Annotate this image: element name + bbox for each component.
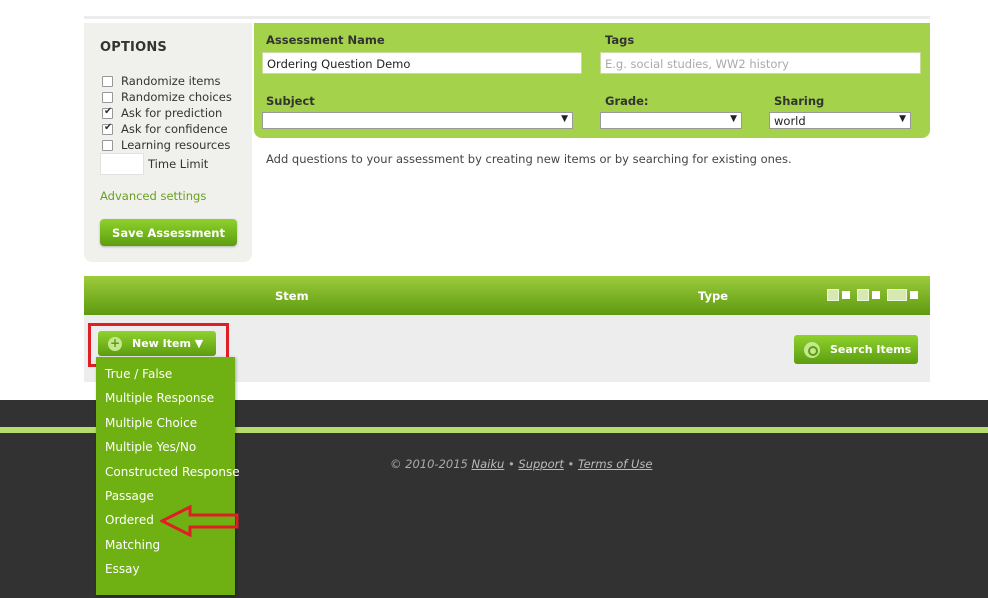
dropdown-arrow-icon: ▼ [730, 114, 737, 124]
checkbox[interactable] [102, 75, 113, 87]
tags-label: Tags [605, 33, 635, 47]
view-toggle-group [827, 289, 922, 301]
sharing-value: world [774, 114, 806, 128]
option-learning-resources[interactable]: Learning resources [102, 137, 230, 153]
checkbox-checked[interactable] [102, 106, 113, 119]
options-panel: OPTIONS Randomize items Randomize choice… [84, 23, 252, 262]
terms-link[interactable]: Terms of Use [578, 457, 652, 471]
option-ask-prediction[interactable]: Ask for prediction [102, 105, 222, 121]
option-randomize-items[interactable]: Randomize items [102, 73, 221, 89]
time-limit-label: Time Limit [148, 157, 209, 171]
separator: • [567, 457, 575, 471]
time-limit-row: Time Limit [100, 153, 208, 175]
options-title: OPTIONS [100, 40, 167, 55]
assessment-name-input[interactable]: Ordering Question Demo [262, 52, 582, 74]
column-type[interactable]: Type [698, 289, 728, 303]
checkbox[interactable] [102, 139, 113, 151]
menu-item-matching[interactable]: Matching [105, 538, 160, 552]
annotation-arrow-icon [160, 505, 239, 537]
menu-item-essay[interactable]: Essay [105, 562, 140, 576]
grade-label: Grade: [605, 94, 649, 108]
top-strip [84, 0, 930, 19]
search-items-label: Search Items [830, 343, 912, 356]
separator: • [507, 457, 515, 471]
search-icon [804, 341, 820, 358]
copyright: © 2010-2015 Naiku • Support • Terms of U… [390, 457, 652, 471]
option-ask-confidence[interactable]: Ask for confidence [102, 121, 228, 137]
grade-select[interactable]: ▼ [600, 112, 742, 129]
subject-select[interactable]: ▼ [262, 112, 573, 129]
dropdown-arrow-icon: ▼ [561, 114, 568, 124]
checkbox[interactable] [102, 91, 113, 103]
list-view-icon[interactable] [827, 289, 839, 301]
grid-view-radio[interactable] [910, 291, 918, 299]
assessment-name-label: Assessment Name [266, 33, 385, 47]
menu-item-multiple-yes-no[interactable]: Multiple Yes/No [105, 440, 196, 454]
detail-view-icon[interactable] [857, 289, 869, 301]
grid-view-icon[interactable] [887, 289, 907, 301]
new-item-menu: True / False Multiple Response Multiple … [96, 357, 240, 595]
copyright-text: © 2010-2015 [390, 457, 468, 471]
option-label: Ask for confidence [121, 122, 228, 136]
assessment-form-panel: Assessment Name Ordering Question Demo T… [254, 23, 930, 138]
sharing-select[interactable]: world ▼ [769, 112, 911, 129]
option-label: Learning resources [121, 138, 231, 152]
detail-view-radio[interactable] [872, 291, 880, 299]
naiku-link[interactable]: Naiku [472, 457, 505, 471]
option-label: Randomize choices [121, 90, 232, 104]
option-randomize-choices[interactable]: Randomize choices [102, 89, 232, 105]
subject-label: Subject [266, 94, 315, 108]
menu-item-multiple-response[interactable]: Multiple Response [105, 391, 214, 405]
advanced-settings-link[interactable]: Advanced settings [100, 189, 206, 203]
save-assessment-button[interactable]: Save Assessment [100, 219, 237, 246]
menu-item-passage[interactable]: Passage [105, 489, 154, 503]
sharing-label: Sharing [774, 94, 825, 108]
column-stem[interactable]: Stem [275, 289, 309, 303]
checkbox-checked[interactable] [102, 122, 113, 135]
dropdown-arrow-icon: ▼ [899, 114, 906, 124]
tags-input[interactable]: E.g. social studies, WW2 history [600, 52, 921, 74]
menu-item-true-false[interactable]: True / False [105, 367, 172, 381]
time-limit-input[interactable] [100, 153, 144, 175]
option-label: Ask for prediction [121, 106, 223, 120]
support-link[interactable]: Support [518, 457, 563, 471]
menu-item-ordered[interactable]: Ordered [105, 513, 154, 527]
list-view-radio[interactable] [842, 291, 850, 299]
help-text: Add questions to your assessment by crea… [266, 152, 792, 166]
menu-item-constructed-response[interactable]: Constructed Response [105, 465, 240, 479]
search-items-button[interactable]: Search Items [794, 335, 918, 364]
items-table-header: Stem Type [84, 276, 930, 315]
menu-item-multiple-choice[interactable]: Multiple Choice [105, 416, 197, 430]
option-label: Randomize items [121, 74, 221, 88]
